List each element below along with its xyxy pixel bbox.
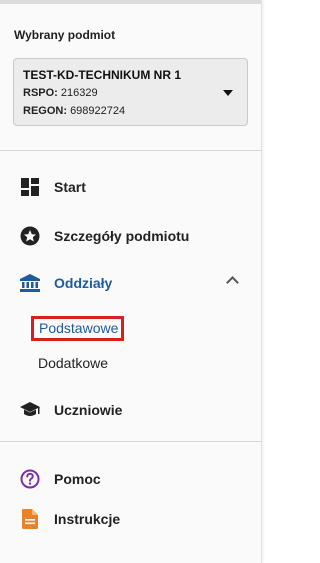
graduation-cap-icon [20,400,40,420]
entity-rspo: RSPO: 216329 [23,87,98,99]
entity-selector[interactable]: TEST-KD-TECHNIKUM NR 1 RSPO: 216329 REGO… [13,58,248,126]
divider [0,150,261,151]
sub-item-additional[interactable]: Dodatkowe [38,355,108,371]
nav-label-help: Pomoc [54,471,101,487]
nav-label-start: Start [54,179,86,195]
regon-value: 698922724 [70,105,126,117]
divider [0,441,261,442]
nav-item-instructions[interactable]: Instrukcje [0,499,261,539]
nav-label-entity-details: Szczegóły podmiotu [54,228,190,244]
nav-item-start[interactable]: Start [0,167,261,207]
nav-label-students: Uczniowie [54,402,123,418]
caret-down-icon [223,90,233,96]
nav-item-entity-details[interactable]: Szczegóły podmiotu [0,216,261,256]
sub-item-basic[interactable]: Podstawowe [31,316,125,341]
entity-name: TEST-KD-TECHNIKUM NR 1 [23,68,181,82]
chevron-up-icon[interactable] [226,276,239,289]
selected-entity-title: Wybrany podmiot [14,28,116,42]
sidebar: Wybrany podmiot TEST-KD-TECHNIKUM NR 1 R… [0,0,262,563]
nav-item-help[interactable]: Pomoc [0,459,261,499]
institution-icon [20,273,40,293]
regon-label: REGON: [23,105,67,117]
top-strip [0,0,261,4]
document-icon [20,509,40,529]
help-icon [20,469,40,489]
entity-regon: REGON: 698922724 [23,105,125,117]
dashboard-icon [20,177,40,197]
nav-label-instructions: Instrukcje [54,511,121,527]
nav-item-students[interactable]: Uczniowie [0,390,261,430]
nav-label-branches: Oddziały [54,275,113,291]
star-badge-icon [20,226,40,246]
nav-item-branches[interactable]: Oddziały [0,263,261,303]
rspo-value: 216329 [60,87,98,99]
rspo-label: RSPO: [23,87,58,99]
